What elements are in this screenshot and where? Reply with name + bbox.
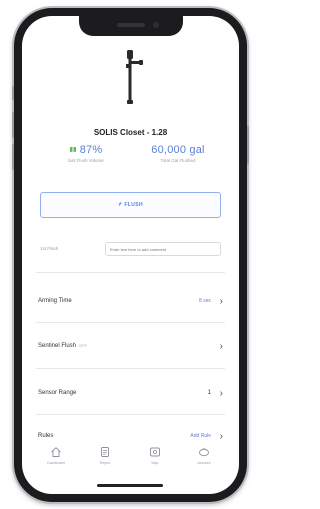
- home-icon: [51, 447, 61, 457]
- tab-dashboard[interactable]: Dashboard: [36, 446, 76, 465]
- battery-value: 87%: [79, 144, 103, 156]
- notch: [78, 16, 183, 36]
- flush-valve-icon: [126, 50, 143, 104]
- settings-row-arming-time[interactable]: Arming Time 8 sec ›: [36, 295, 225, 309]
- device-title: SOLIS Closet - 1.28: [93, 128, 168, 137]
- chevron-right-icon: ›: [219, 388, 223, 399]
- divider: [36, 414, 225, 415]
- battery-icon: ▮▮: [69, 147, 77, 153]
- flush-button[interactable]: ↱ FLUSH: [40, 192, 221, 218]
- gallons-stat: 60,000 gal Total Gal Flushed: [138, 144, 218, 163]
- row-label: Sensor Range: [38, 390, 77, 396]
- tab-report[interactable]: Report: [85, 446, 125, 465]
- volume-up-button: [12, 112, 14, 138]
- account-icon: [199, 448, 209, 457]
- row-value: 8 sec: [199, 298, 211, 304]
- tab-map[interactable]: Map: [135, 446, 175, 465]
- app-screen: SOLIS Closet - 1.28 ▮▮ 87% last Flush Vol…: [22, 16, 239, 494]
- gallons-caption: Total Gal Flushed: [160, 158, 196, 163]
- power-button: [247, 126, 249, 164]
- divider: [36, 272, 225, 273]
- volume-down-button: [12, 144, 14, 170]
- row-label: Rules: [38, 433, 54, 439]
- note-label: 1st Flush: [40, 246, 59, 251]
- tab-bar: Dashboard Report Map Account: [22, 446, 239, 486]
- row-label: Sentinel Flush OFF: [38, 343, 88, 349]
- camera-icon: [152, 22, 159, 28]
- battery-caption: last Flush Volume: [68, 158, 104, 163]
- chevron-right-icon: ›: [219, 431, 223, 442]
- mute-switch: [12, 86, 14, 100]
- document-icon: [101, 447, 109, 457]
- note-input[interactable]: [105, 242, 221, 256]
- tab-account[interactable]: Account: [184, 446, 224, 465]
- chevron-right-icon: ›: [219, 296, 223, 307]
- divider: [36, 322, 225, 323]
- speaker: [116, 23, 145, 27]
- row-value: Add Rule: [190, 433, 211, 439]
- settings-row-sensor-range[interactable]: Sensor Range 1 ›: [36, 387, 225, 401]
- chevron-right-icon: ›: [219, 341, 223, 352]
- map-icon: [150, 447, 160, 457]
- gallons-value: 60,000 gal: [151, 144, 205, 156]
- divider: [36, 368, 225, 369]
- battery-stat: ▮▮ 87% last Flush Volume: [46, 144, 126, 163]
- row-value: 1: [207, 390, 211, 396]
- settings-row-rules[interactable]: Rules Add Rule ›: [36, 430, 225, 444]
- row-label: Arming Time: [38, 298, 72, 304]
- note-row: 1st Flush: [40, 242, 221, 256]
- home-indicator[interactable]: [97, 484, 163, 487]
- settings-row-sentinel-flush[interactable]: Sentinel Flush OFF ›: [36, 340, 225, 354]
